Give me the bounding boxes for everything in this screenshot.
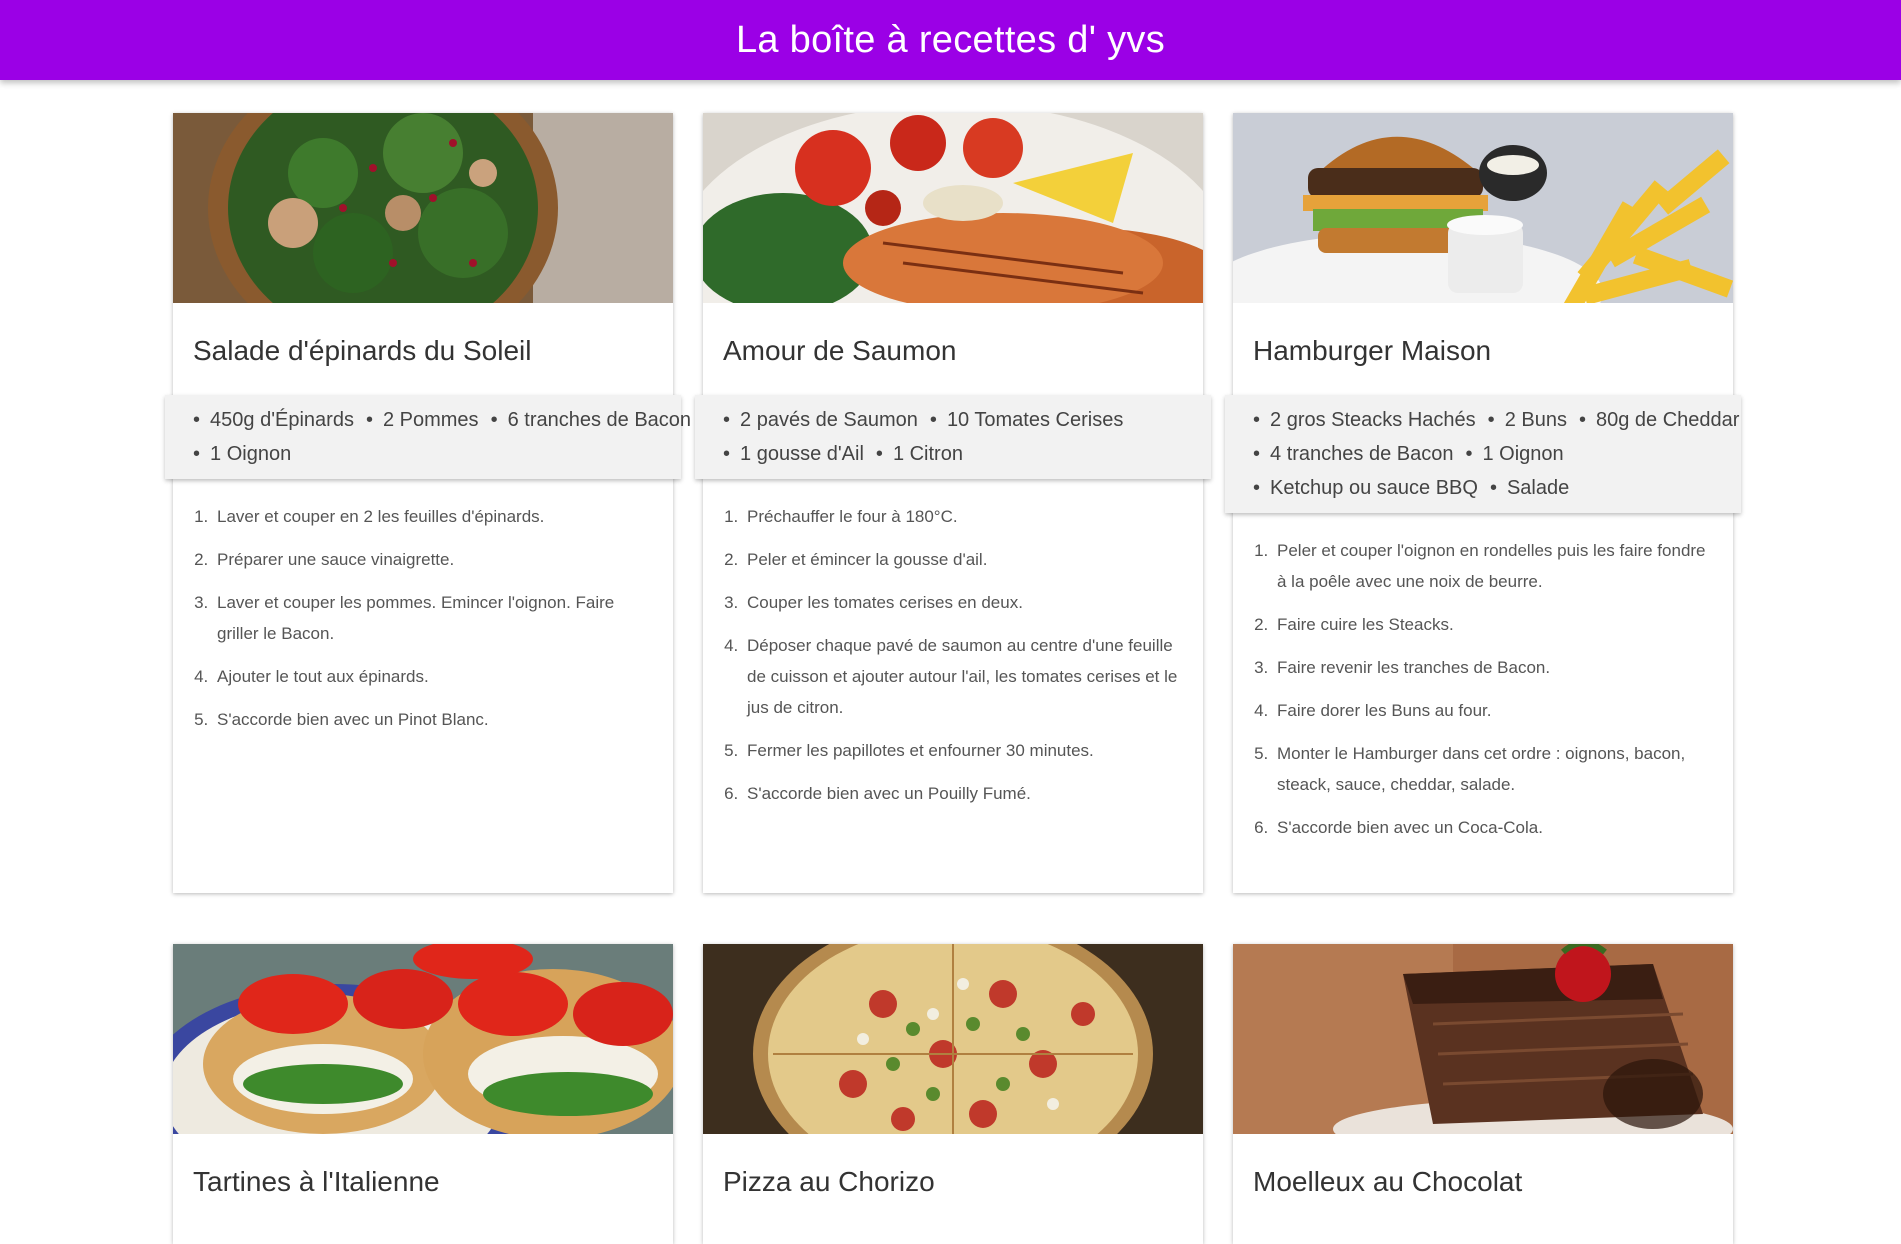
ingredient-item: Ketchup ou sauce BBQ [1253, 477, 1478, 499]
step-item: Peler et couper l'oignon en rondelles pu… [1273, 535, 1709, 597]
ingredient-item: Salade [1490, 477, 1569, 499]
ingredients-line: 4 tranches de Bacon 1 Oignon [1253, 437, 1721, 471]
salmon-dish-photo [703, 113, 1203, 303]
step-item: Préchauffer le four à 180°C. [743, 501, 1179, 532]
ingredient-item: 6 tranches de Bacon [491, 409, 691, 431]
ingredient-item: 80g de Cheddar [1579, 409, 1739, 431]
ingredient-item: 10 Tomates Cerises [930, 409, 1123, 431]
step-item: Monter le Hamburger dans cet ordre : oig… [1273, 738, 1709, 800]
step-item: Déposer chaque pavé de saumon au centre … [743, 630, 1179, 723]
steps-list: Laver et couper en 2 les feuilles d'épin… [173, 479, 673, 767]
ingredients-line: 2 pavés de Saumon 10 Tomates Cerises [723, 403, 1191, 437]
recipe-card-saumon[interactable]: Amour de Saumon 2 pavés de Saumon 10 Toma… [695, 113, 1211, 893]
recipe-card-moelleux[interactable]: Moelleux au Chocolat [1233, 944, 1733, 1244]
recipe-title: Moelleux au Chocolat [1253, 1166, 1523, 1197]
ingredient-item: 1 Oignon [1465, 443, 1563, 465]
pizza-photo [703, 944, 1203, 1134]
recipe-title: Pizza au Chorizo [723, 1166, 935, 1197]
ingredients-list: 2 gros Steacks Hachés 2 Buns 80g de Chedda… [1225, 395, 1741, 513]
ingredient-item: 4 tranches de Bacon [1253, 443, 1453, 465]
ingredient-item: 450g d'Épinards [193, 409, 354, 431]
ingredients-list: 2 pavés de Saumon 10 Tomates Cerises 1 go… [695, 395, 1211, 479]
recipe-title: Amour de Saumon [723, 335, 957, 366]
ingredients-line: 1 gousse d'Ail 1 Citron [723, 437, 1191, 471]
ingredient-item: 2 Pommes [366, 409, 479, 431]
step-item: Faire cuire les Steacks. [1273, 609, 1709, 640]
ingredients-line: 450g d'Épinards 2 Pommes 6 tranches de Bac… [193, 403, 691, 437]
recipe-title: Salade d'épinards du Soleil [193, 335, 532, 366]
spinach-salad-photo [173, 113, 673, 303]
ingredient-item: 1 Citron [876, 443, 963, 465]
step-item: Faire revenir les tranches de Bacon. [1273, 652, 1709, 683]
recipe-title: Hamburger Maison [1253, 335, 1492, 366]
step-item: Préparer une sauce vinaigrette. [213, 544, 649, 575]
ingredients-line: Ketchup ou sauce BBQ Salade [1253, 471, 1721, 505]
page-title: La boîte à recettes d' yvs [735, 18, 1166, 61]
recipe-card-salade[interactable]: Salade d'épinards du Soleil 450g d'Épina… [165, 113, 691, 893]
step-item: Couper les tomates cerises en deux. [743, 587, 1179, 618]
recipe-card-hamburger[interactable]: Hamburger Maison 2 gros Steacks Hachés2 … [1225, 113, 1741, 893]
ingredients-line: 1 Oignon [193, 437, 661, 471]
step-item: Fermer les papillotes et enfourner 30 mi… [743, 735, 1179, 766]
step-item: Laver et couper en 2 les feuilles d'épin… [213, 501, 649, 532]
steps-list: Préchauffer le four à 180°C. Peler et ém… [703, 479, 1203, 841]
step-item: S'accorde bien avec un Pouilly Fumé. [743, 778, 1179, 809]
hamburger-photo [1233, 113, 1733, 303]
ingredients-line: 2 gros Steacks Hachés 2 Buns 80g de Chedda… [1253, 403, 1739, 437]
tartines-photo [173, 944, 673, 1134]
steps-list: Peler et couper l'oignon en rondelles pu… [1233, 513, 1733, 875]
ingredient-item: 1 gousse d'Ail [723, 443, 864, 465]
ingredient-item: 1 Oignon [193, 443, 291, 465]
recipe-card-tartines[interactable]: Tartines à l'Italienne [173, 944, 673, 1244]
step-item: Ajouter le tout aux épinards. [213, 661, 649, 692]
ingredient-item: 2 pavés de Saumon [723, 409, 918, 431]
step-item: Peler et émincer la gousse d'ail. [743, 544, 1179, 575]
step-item: Faire dorer les Buns au four. [1273, 695, 1709, 726]
step-item: Laver et couper les pommes. Emincer l'oi… [213, 587, 649, 649]
ingredient-item: 2 Buns [1488, 409, 1567, 431]
chocolate-cake-photo [1233, 944, 1733, 1134]
step-item: S'accorde bien avec un Coca-Cola. [1273, 812, 1709, 843]
app-header: La boîte à recettes d' yvs [0, 0, 1901, 80]
recipe-title: Tartines à l'Italienne [193, 1166, 440, 1197]
recipe-card-pizza[interactable]: Pizza au Chorizo [703, 944, 1203, 1244]
ingredients-list: 450g d'Épinards 2 Pommes 6 tranches de Bac… [165, 395, 691, 479]
step-item: S'accorde bien avec un Pinot Blanc. [213, 704, 649, 735]
ingredient-item: 2 gros Steacks Hachés [1253, 409, 1476, 431]
